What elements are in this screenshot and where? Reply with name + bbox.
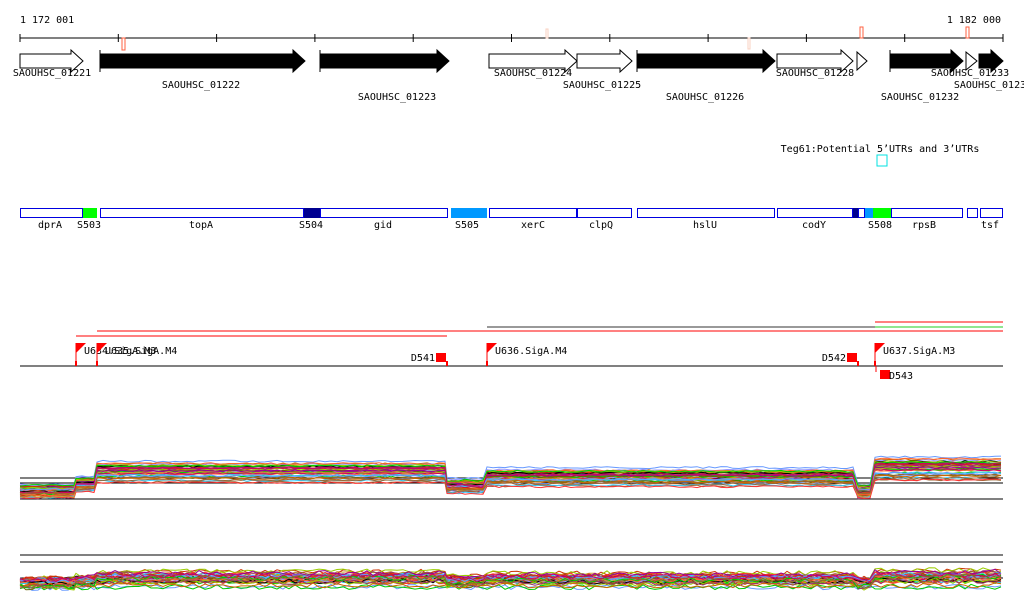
gene-track: SAOUHSC_01221 SAOUHSC_01222 SAOUHSC_01223 S…	[13, 48, 1024, 103]
feature-label: clpQ	[589, 220, 613, 231]
feature-box[interactable]	[967, 208, 978, 218]
transcription-site-track: U634.SigA.M3U635.SigA.M4D541U636.SigA.M4…	[20, 321, 1003, 382]
feature-box[interactable]	[637, 208, 775, 218]
feature-label: codY	[802, 220, 826, 231]
feature-segment[interactable]	[858, 208, 865, 218]
feature-box[interactable]	[858, 208, 865, 218]
feature-box[interactable]	[83, 208, 97, 218]
feature-cody[interactable]: codY	[777, 208, 853, 232]
teg-annotation[interactable]: Teg61:Potential 5’UTRs and 3’UTRs	[781, 144, 980, 167]
gene-label: SAOUHSC_01232	[881, 92, 959, 103]
feature-label: dprA	[38, 220, 62, 231]
gene-label: SAOUHSC_01224	[494, 68, 572, 79]
position-marker[interactable]	[747, 37, 751, 50]
feature-box[interactable]	[320, 208, 448, 218]
feature-segment[interactable]	[967, 208, 978, 218]
gene-label: SAOUHSC_01233	[931, 68, 1009, 79]
site-label: U637.SigA.M3	[883, 346, 955, 357]
feature-box[interactable]	[577, 208, 632, 218]
feature-tsf[interactable]: tsf	[980, 208, 1003, 232]
site-u636-siga-m4[interactable]: U636.SigA.M4	[486, 343, 567, 366]
site-label: D542	[822, 353, 846, 364]
feature-box[interactable]	[777, 208, 853, 218]
position-marker[interactable]	[965, 26, 970, 39]
gene-arrow[interactable]	[319, 48, 450, 74]
feature-box[interactable]	[451, 208, 487, 218]
feature-label: topA	[189, 220, 213, 231]
feature-clpq[interactable]: clpQ	[577, 208, 632, 232]
feature-label: tsf	[981, 220, 999, 231]
feature-xerc[interactable]: xerC	[489, 208, 577, 232]
terminator-icon	[436, 353, 446, 362]
gene-arrow[interactable]	[856, 50, 868, 72]
feature-label: S503	[77, 220, 101, 231]
ruler-start-label: 1 172 001	[20, 15, 74, 26]
feature-box[interactable]	[304, 208, 320, 218]
gene-saouhsc_01222[interactable]: SAOUHSC_01222	[99, 48, 306, 91]
feature-box[interactable]	[20, 208, 83, 218]
position-marker[interactable]	[121, 37, 126, 51]
gene-label: SAOUHSC_01225	[563, 80, 641, 91]
gene-label: SAOUHSC_0123	[954, 80, 1024, 91]
gene-unnamed[interactable]	[856, 50, 868, 72]
gene-label: SAOUHSC_01228	[776, 68, 854, 79]
gene-label: SAOUHSC_01221	[13, 68, 91, 79]
position-marker[interactable]	[545, 28, 549, 39]
feature-label: S508	[868, 220, 892, 231]
site-d542[interactable]: D542	[822, 353, 859, 366]
gene-arrow[interactable]	[636, 48, 776, 74]
gene-saouhsc_01225[interactable]: SAOUHSC_01225	[563, 48, 641, 91]
feature-box[interactable]	[489, 208, 577, 218]
gene-saouhsc_01226[interactable]: SAOUHSC_01226	[636, 48, 776, 103]
feature-hslu[interactable]: hslU	[637, 208, 775, 232]
gene-label: SAOUHSC_01226	[666, 92, 744, 103]
site-label: U635.SigA.M4	[105, 346, 177, 357]
terminator-icon	[847, 353, 857, 362]
expression-profiles	[19, 455, 1003, 591]
gene-label: SAOUHSC_01223	[358, 92, 436, 103]
feature-box[interactable]	[853, 208, 858, 218]
site-d541[interactable]: D541	[411, 353, 448, 366]
teg-label: Teg61:Potential 5’UTRs and 3’UTRs	[781, 144, 980, 155]
feature-box[interactable]	[980, 208, 1003, 218]
teg-marker[interactable]	[876, 154, 888, 167]
feature-segment[interactable]	[865, 208, 873, 218]
site-label: D543	[889, 371, 913, 382]
gene-arrow[interactable]	[99, 48, 306, 74]
site-u637-siga-m3[interactable]: U637.SigA.M3	[874, 343, 955, 366]
feature-box[interactable]	[865, 208, 873, 218]
site-label: U636.SigA.M4	[495, 346, 567, 357]
feature-label: gid	[374, 220, 392, 231]
feature-gid[interactable]: gid	[320, 208, 448, 232]
gene-label: SAOUHSC_01222	[162, 80, 240, 91]
gene-saouhsc_01224[interactable]: SAOUHSC_01224	[488, 48, 578, 79]
site-d543[interactable]: D543	[875, 366, 913, 382]
feature-label: xerC	[521, 220, 545, 231]
feature-box[interactable]	[873, 208, 891, 218]
genome-browser-view[interactable]: 1 172 001 1 182 000 SAOUHSC_01221SAOUHSC…	[0, 0, 1024, 611]
site-u635-siga-m4[interactable]: U635.SigA.M4	[96, 343, 177, 366]
site-label: D541	[411, 353, 435, 364]
ruler-end-label: 1 182 000	[947, 15, 1001, 26]
gene-saouhsc_01223[interactable]: SAOUHSC_01223	[319, 48, 450, 103]
feature-s505[interactable]: S505	[451, 208, 487, 232]
feature-segment[interactable]	[853, 208, 858, 218]
feature-label: S504	[299, 220, 323, 231]
feature-label: S505	[455, 220, 479, 231]
gene-saouhsc_01221[interactable]: SAOUHSC_01221	[13, 48, 91, 79]
feature-track: dprA S503 topA S504 gid S505 xerC clpQ hslU codY S…	[20, 208, 1003, 232]
feature-topa[interactable]: topA	[100, 208, 304, 232]
feature-label: hslU	[693, 220, 717, 231]
feature-box[interactable]	[891, 208, 963, 218]
feature-label: rpsB	[912, 220, 936, 231]
coordinate-ruler: 1 172 001 1 182 000	[19, 15, 1004, 51]
gene-arrow[interactable]	[576, 48, 633, 74]
feature-dpra[interactable]: dprA	[20, 208, 83, 232]
position-marker[interactable]	[859, 26, 864, 39]
feature-rpsb[interactable]: rpsB	[891, 208, 963, 232]
feature-box[interactable]	[100, 208, 304, 218]
gene-saouhsc_01228[interactable]: SAOUHSC_01228	[776, 48, 854, 79]
